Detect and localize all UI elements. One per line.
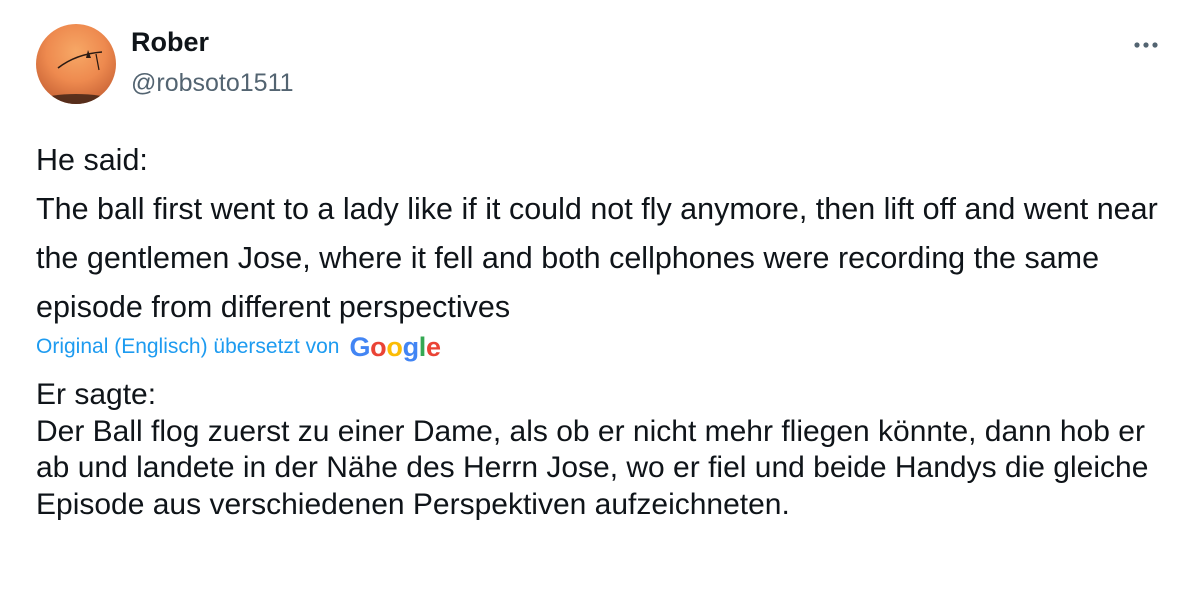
tweet-translated-text: Er sagte: Der Ball flog zuerst zu einer … (36, 378, 1149, 521)
author-handle[interactable]: @robsoto1511 (131, 67, 294, 99)
more-horizontal-icon (1134, 42, 1158, 48)
tweet-original-text: He said: The ball first went to a lady l… (36, 143, 1158, 324)
google-logo-letter: l (418, 332, 427, 362)
author-name[interactable]: Rober (131, 25, 209, 59)
google-logo-letter: g (402, 332, 420, 362)
translation-attribution: Original (Englisch) übersetzt von Google (36, 331, 441, 363)
google-logo-letter: G (349, 332, 371, 362)
google-logo-letter: o (386, 332, 403, 362)
avatar-image (36, 50, 116, 104)
google-logo-letter: e (425, 332, 441, 362)
avatar[interactable] (36, 24, 116, 104)
google-logo: Google (349, 331, 441, 363)
show-original-link[interactable]: Original (Englisch) übersetzt von (36, 331, 339, 363)
more-options-button[interactable] (1128, 30, 1164, 60)
google-logo-letter: o (370, 332, 387, 362)
